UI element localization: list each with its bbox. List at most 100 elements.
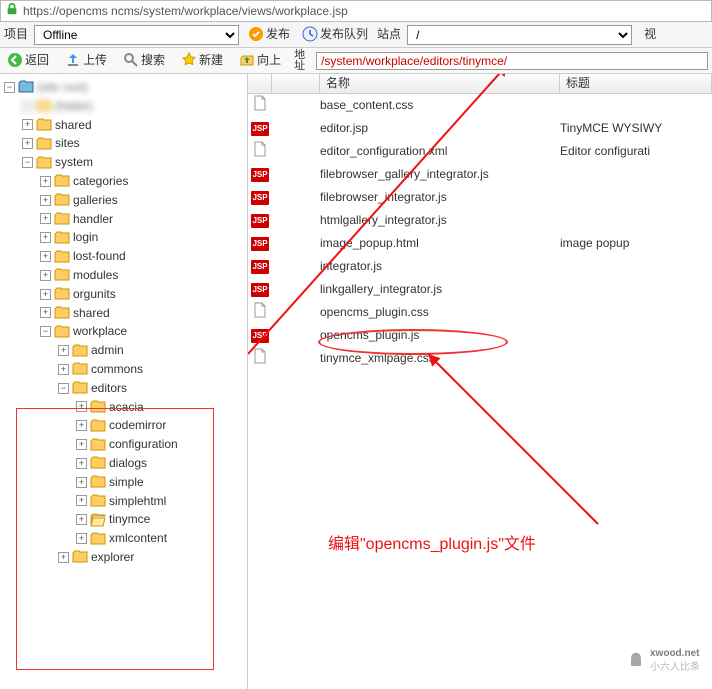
tree-node-blurred[interactable]: +(folder) xyxy=(22,97,245,116)
file-title: Editor configurati xyxy=(560,143,712,160)
back-icon xyxy=(7,52,23,68)
address-field-wrap: 地址 xyxy=(294,50,708,72)
file-row[interactable]: JSP image_popup.htmlimage popup xyxy=(248,232,712,255)
tree-node-configuration[interactable]: +configuration xyxy=(76,435,245,454)
file-name: base_content.css xyxy=(320,97,560,114)
file-title: image popup xyxy=(560,235,712,252)
list-body: base_content.css JSP editor.jspTinyMCE WYS… xyxy=(248,94,712,370)
file-row[interactable]: base_content.css xyxy=(248,94,712,117)
tree-node-orgunits[interactable]: +orgunits xyxy=(40,285,245,304)
tree-node-shared[interactable]: +shared xyxy=(40,304,245,323)
tree-node-admin[interactable]: +admin xyxy=(58,341,245,360)
tree-node-commons[interactable]: +commons xyxy=(58,360,245,379)
file-icon xyxy=(252,141,268,162)
back-button[interactable]: 返回 xyxy=(4,50,52,71)
file-row[interactable]: JSPlinkgallery_integrator.js xyxy=(248,278,712,301)
view-label: 视 xyxy=(638,24,662,45)
tree-node-xmlcontent[interactable]: +xmlcontent xyxy=(76,529,245,548)
project-label: 项目 xyxy=(4,26,28,43)
file-name: htmlgallery_integrator.js xyxy=(320,212,560,229)
up-button[interactable]: 向上 xyxy=(236,50,284,71)
tree-root[interactable]: − (site root) xyxy=(4,78,245,97)
tree-node-modules[interactable]: +modules xyxy=(40,266,245,285)
jsp-icon: JSP xyxy=(251,168,269,182)
file-row[interactable]: JSPopencms_plugin.js xyxy=(248,324,712,347)
tree-node-codemirror[interactable]: +codemirror xyxy=(76,416,245,435)
file-list-pane: 名称 标题 base_content.css JSP editor.jspTinyM… xyxy=(248,74,712,689)
list-header: 名称 标题 xyxy=(248,74,712,94)
tree-node-lost-found[interactable]: +lost-found xyxy=(40,247,245,266)
col-name[interactable]: 名称 xyxy=(320,74,560,93)
browser-url-bar: https://opencms ncms/system/workplace/vi… xyxy=(0,0,712,22)
tree-node-handler[interactable]: +handler xyxy=(40,210,245,229)
col-icon[interactable] xyxy=(248,74,272,93)
tree-node-system[interactable]: −system xyxy=(22,153,245,172)
explorer-toolbar: 返回 上传 搜索 新建 向上 地址 xyxy=(0,48,712,74)
address-input[interactable] xyxy=(316,52,708,70)
arrow-to-file xyxy=(368,344,628,544)
project-select[interactable]: Offline xyxy=(34,25,239,45)
site-label: 站点 xyxy=(377,26,401,43)
tree-node-galleries[interactable]: +galleries xyxy=(40,191,245,210)
col-title[interactable]: 标题 xyxy=(560,74,712,93)
publish-icon xyxy=(248,26,264,42)
file-name: editor.jsp xyxy=(320,120,560,137)
project-site-bar: 项目 Offline 发布 发布队列 站点 / 视 xyxy=(0,22,712,48)
file-row[interactable]: JSP htmlgallery_integrator.js xyxy=(248,209,712,232)
jsp-icon: JSP xyxy=(251,260,269,274)
upload-icon xyxy=(65,52,81,68)
file-title: TinyMCE WYSIWY xyxy=(560,120,712,137)
jsp-icon: JSP xyxy=(251,122,269,136)
file-row[interactable]: JSPintegrator.js xyxy=(248,255,712,278)
file-name: opencms_plugin.css xyxy=(320,304,560,321)
tree-node-explorer[interactable]: +explorer xyxy=(58,548,245,567)
publish-queue-button[interactable]: 发布队列 xyxy=(299,24,371,45)
url-text: https://opencms ncms/system/workplace/vi… xyxy=(23,3,707,20)
jsp-icon: JSP xyxy=(251,214,269,228)
file-row[interactable]: editor_configuration.xmlEditor configura… xyxy=(248,140,712,163)
tree-node-shared[interactable]: +shared xyxy=(22,116,245,135)
file-name: filebrowser_integrator.js xyxy=(320,189,560,206)
publish-button[interactable]: 发布 xyxy=(245,24,293,45)
file-name: image_popup.html xyxy=(320,235,560,252)
file-name: editor_configuration.xml xyxy=(320,143,560,160)
jsp-icon: JSP xyxy=(251,283,269,297)
folder-tree[interactable]: − (site root) +(folder) +shared +sites −… xyxy=(2,78,245,567)
new-icon xyxy=(181,52,197,68)
file-icon xyxy=(252,95,268,116)
search-icon xyxy=(123,52,139,68)
new-button[interactable]: 新建 xyxy=(178,50,226,71)
lock-icon xyxy=(5,2,19,21)
file-row[interactable]: tinymce_xmlpage.css xyxy=(248,347,712,370)
address-label: 地址 xyxy=(294,50,312,72)
tree-node-workplace[interactable]: −workplace xyxy=(40,322,245,341)
tree-node-dialogs[interactable]: +dialogs xyxy=(76,454,245,473)
file-row[interactable]: JSP filebrowser_gallery_integrator.js xyxy=(248,163,712,186)
tree-node-editors[interactable]: −editors xyxy=(58,379,245,398)
tree-node-simple[interactable]: +simple xyxy=(76,473,245,492)
search-button[interactable]: 搜索 xyxy=(120,50,168,71)
tree-node-acacia[interactable]: +acacia xyxy=(76,398,245,417)
file-name: filebrowser_gallery_integrator.js xyxy=(320,166,560,183)
tree-node-categories[interactable]: +categories xyxy=(40,172,245,191)
col-spacer[interactable] xyxy=(272,74,320,93)
main-area: − (site root) +(folder) +shared +sites −… xyxy=(0,74,712,689)
android-icon xyxy=(626,651,646,671)
site-select[interactable]: / xyxy=(407,25,632,45)
upload-button[interactable]: 上传 xyxy=(62,50,110,71)
tree-node-tinymce[interactable]: +tinymce xyxy=(76,510,245,529)
annotation-text: 编辑"opencms_plugin.js"文件 xyxy=(328,534,536,556)
file-row[interactable]: JSP editor.jspTinyMCE WYSIWY xyxy=(248,117,712,140)
tree-pane: − (site root) +(folder) +shared +sites −… xyxy=(0,74,248,689)
watermark: xwood.net 小六人比条 xyxy=(626,647,700,675)
file-row[interactable]: opencms_plugin.css xyxy=(248,301,712,324)
file-icon xyxy=(252,348,268,369)
file-row[interactable]: JSP filebrowser_integrator.js xyxy=(248,186,712,209)
jsp-icon: JSP xyxy=(251,237,269,251)
file-name: tinymce_xmlpage.css xyxy=(320,350,560,367)
up-icon xyxy=(239,52,255,68)
tree-node-sites[interactable]: +sites xyxy=(22,134,245,153)
tree-node-simplehtml[interactable]: +simplehtml xyxy=(76,492,245,511)
jsp-icon: JSP xyxy=(251,191,269,205)
tree-node-login[interactable]: +login xyxy=(40,228,245,247)
